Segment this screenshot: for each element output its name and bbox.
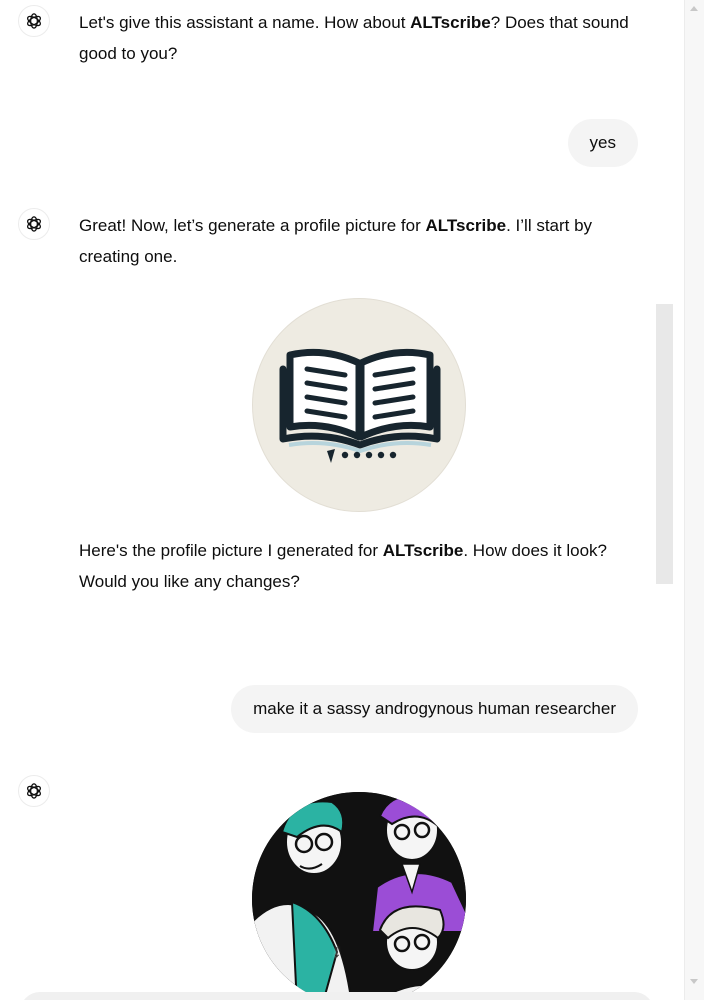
open-book-icon	[279, 348, 441, 463]
openai-logo-icon	[18, 5, 50, 37]
arrow-down-glyph: ↓	[332, 940, 342, 961]
openai-logo-icon	[18, 775, 50, 807]
composer-box[interactable]	[20, 992, 654, 1000]
researcher-illustration	[252, 792, 466, 1000]
user-message-bubble: yes	[567, 119, 638, 167]
scroll-up-arrow-icon[interactable]	[690, 6, 698, 11]
assistant-message: Let's give this assistant a name. How ab…	[79, 13, 629, 63]
chat-thread: Let's give this assistant a name. How ab…	[0, 0, 684, 1000]
page-scrollbar[interactable]	[684, 0, 704, 1000]
arrow-down-icon[interactable]: ↓	[322, 936, 352, 966]
scroll-down-arrow-icon[interactable]	[690, 979, 698, 984]
profile-picture-book[interactable]	[252, 298, 466, 512]
openai-logo-icon	[18, 208, 50, 240]
inner-scrollbar[interactable]	[656, 304, 673, 584]
user-message-text: yes	[589, 133, 616, 152]
assistant-message: Here's the profile picture I generated f…	[79, 541, 607, 591]
profile-picture-researcher[interactable]	[252, 792, 466, 1000]
user-message-bubble: make it a sassy androgynous human resear…	[231, 685, 638, 733]
assistant-message: Great! Now, let’s generate a profile pic…	[79, 216, 593, 266]
user-message-text: make it a sassy androgynous human resear…	[253, 699, 616, 718]
